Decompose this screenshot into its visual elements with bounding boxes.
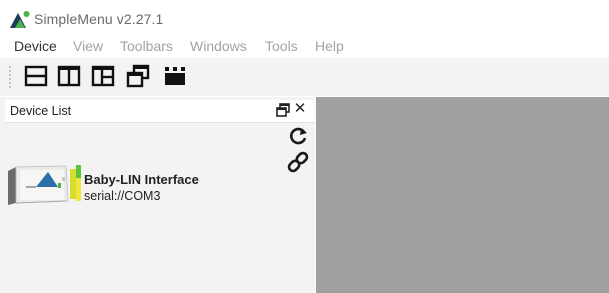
- menu-bar: Device View Toolbars Windows Tools Help: [0, 36, 609, 58]
- window-title: SimpleMenu v2.27.1: [34, 11, 164, 27]
- split-layout-icon: [91, 65, 115, 87]
- device-name: Baby-LIN Interface: [84, 172, 199, 187]
- menu-tools[interactable]: Tools: [265, 38, 298, 54]
- menu-device[interactable]: Device: [14, 38, 57, 54]
- split-horizontal-icon: [24, 65, 48, 87]
- film-strip-button[interactable]: [163, 64, 187, 88]
- split-vertical-button[interactable]: [57, 64, 81, 88]
- menu-windows[interactable]: Windows: [190, 38, 247, 54]
- workspace-area: [316, 97, 609, 293]
- device-port: serial://COM3: [84, 189, 161, 203]
- film-strip-icon: [165, 67, 185, 85]
- menu-help[interactable]: Help: [315, 38, 344, 54]
- title-bar: SimpleMenu v2.27.1: [0, 0, 609, 36]
- baby-lin-device-icon: [8, 165, 81, 205]
- device-list-item[interactable]: Baby-LIN Interface serial://COM3: [6, 163, 276, 211]
- split-layout-button[interactable]: [91, 64, 115, 88]
- refresh-icon[interactable]: [287, 125, 309, 147]
- device-list-title: Device List: [10, 104, 72, 118]
- menu-toolbars[interactable]: Toolbars: [120, 38, 173, 54]
- menu-view[interactable]: View: [73, 38, 103, 54]
- close-panel-icon[interactable]: ✕: [293, 101, 307, 117]
- connect-link-icon[interactable]: [286, 150, 310, 174]
- cascade-windows-icon: [126, 64, 150, 88]
- float-panel-icon[interactable]: [276, 103, 290, 117]
- split-vertical-icon: [57, 65, 81, 87]
- toolbar-grip[interactable]: [9, 66, 11, 90]
- app-logo-icon: [10, 11, 30, 28]
- split-horizontal-button[interactable]: [24, 64, 48, 88]
- cascade-windows-button[interactable]: [126, 64, 150, 88]
